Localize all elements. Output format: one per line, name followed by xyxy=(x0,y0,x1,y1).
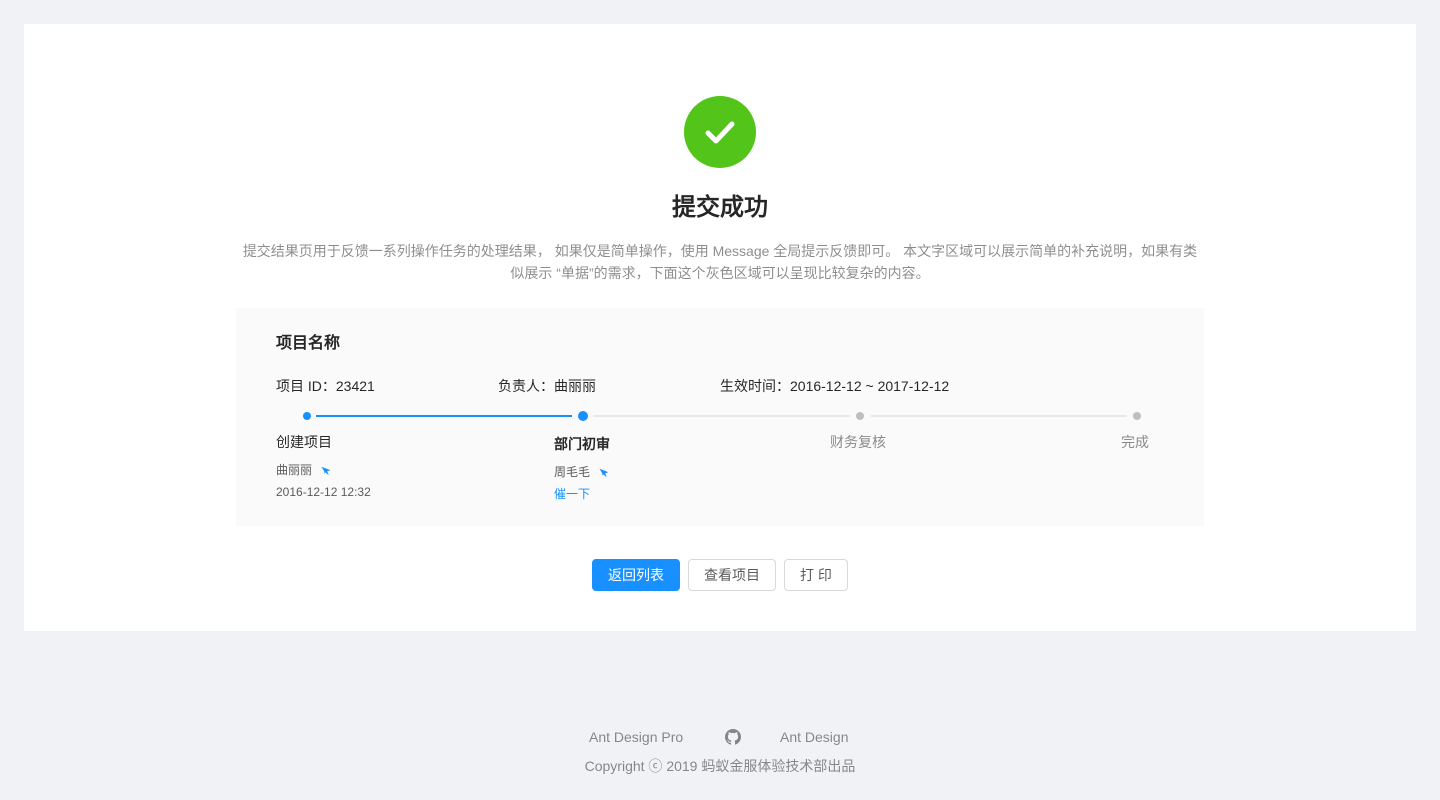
step-dot-2 xyxy=(578,411,588,421)
print-button[interactable]: 打 印 xyxy=(784,559,848,591)
step-title-4: 完成 xyxy=(1121,434,1149,450)
check-circle-icon xyxy=(684,96,756,168)
step-title-1: 创建项目 xyxy=(276,434,332,450)
dingding-icon xyxy=(321,466,331,476)
step-user-1: 曲丽丽 xyxy=(276,460,331,480)
step-dot-4 xyxy=(1133,412,1141,420)
step-title-3: 财务复核 xyxy=(830,434,886,450)
result-title: 提交成功 xyxy=(672,194,768,221)
footer-link-ant-design[interactable]: Ant Design xyxy=(780,726,848,748)
step-time-1: 2016-12-12 12:32 xyxy=(276,485,371,499)
step-user-name-1: 曲丽丽 xyxy=(276,463,313,477)
dingding-icon xyxy=(599,468,609,478)
project-name: 项目名称 xyxy=(276,335,341,352)
step-user-name-2: 周毛毛 xyxy=(554,465,591,479)
github-icon[interactable] xyxy=(725,729,741,745)
result-card: 提交成功 提交结果页用于反馈一系列操作任务的处理结果， 如果仅是简单操作，使用 … xyxy=(24,24,1416,631)
back-to-list-button[interactable]: 返回列表 xyxy=(592,559,680,591)
copyright-text: Copyright ⓒ 2019 蚂蚁金服体验技术部出品 xyxy=(584,758,856,774)
step-user-2: 周毛毛 xyxy=(554,462,609,482)
project-effective-time: 生效时间：2016-12-12 ~ 2017-12-12 xyxy=(720,378,950,394)
step-connector-1 xyxy=(316,415,572,417)
step-title-2: 部门初审 xyxy=(554,436,610,452)
step-connector-2 xyxy=(593,415,850,417)
result-description: 提交结果页用于反馈一系列操作任务的处理结果， 如果仅是简单操作，使用 Messa… xyxy=(242,243,1198,281)
project-owner: 负责人：曲丽丽 xyxy=(498,378,596,394)
step-connector-3 xyxy=(871,415,1127,417)
view-project-button[interactable]: 查看项目 xyxy=(688,559,776,591)
footer-link-ant-design-pro[interactable]: Ant Design Pro xyxy=(589,726,683,748)
step-dot-1 xyxy=(303,412,311,420)
project-id: 项目 ID：23421 xyxy=(276,378,375,394)
step-dot-3 xyxy=(856,412,864,420)
project-detail-panel: 项目名称 项目 ID：23421 负责人：曲丽丽 生效时间：2016-12-12… xyxy=(236,308,1204,526)
footer-links: Ant Design Pro Ant Design xyxy=(0,726,1440,748)
urge-link[interactable]: 催一下 xyxy=(554,484,590,504)
